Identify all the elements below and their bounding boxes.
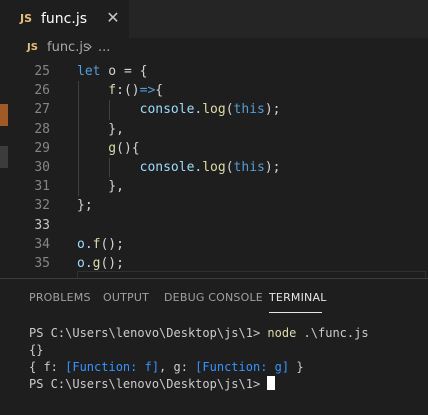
- output-function-g: [Function: g]: [195, 360, 290, 374]
- code-line[interactable]: 26 f:()=>{: [0, 81, 428, 100]
- line-number: 27: [34, 102, 50, 118]
- output-text: , g:: [159, 360, 196, 374]
- code-line[interactable]: 25 let o = {: [0, 62, 428, 81]
- active-tab-indicator: [269, 312, 322, 313]
- code-line[interactable]: 31 },: [0, 177, 428, 196]
- code-token: let: [77, 64, 101, 79]
- code-token: (: [225, 102, 234, 118]
- code-token: :(): [116, 83, 140, 99]
- terminal-prompt: PS C:\Users\lenovo\Desktop\js\1>: [29, 326, 261, 340]
- code-text: g(){: [77, 139, 140, 158]
- line-number: 34: [34, 236, 50, 252]
- code-line[interactable]: 35 o.g();: [0, 254, 428, 273]
- code-line[interactable]: 27 console.log(this);: [0, 100, 428, 119]
- line-number: 29: [34, 140, 50, 156]
- code-text: let o = {: [77, 62, 147, 81]
- tab-output[interactable]: OUTPUT: [103, 291, 149, 304]
- line-number: 32: [34, 198, 50, 214]
- breadcrumb: JS func.js › ...: [0, 38, 428, 60]
- code-editor[interactable]: 25 let o = {26 f:()=>{27 console.log(this…: [0, 60, 428, 290]
- line-number: 28: [34, 121, 50, 137]
- output-text: { f:: [29, 360, 66, 374]
- bottom-panel: PROBLEMS OUTPUT DEBUG CONSOLE TERMINAL P…: [0, 278, 428, 415]
- code-token: o.: [77, 256, 93, 271]
- code-token: log: [202, 102, 226, 118]
- terminal-output-line: {}: [29, 343, 44, 357]
- code-line[interactable]: 30 console.log(this);: [0, 158, 428, 177]
- code-text: o.f();: [77, 235, 124, 254]
- code-token: };: [77, 198, 93, 214]
- code-line[interactable]: 29 g(){: [0, 139, 428, 158]
- code-text: };: [77, 196, 93, 215]
- code-token: },: [77, 121, 124, 137]
- code-line[interactable]: 32};: [0, 196, 428, 215]
- code-token: (){: [116, 140, 140, 156]
- code-token: );: [264, 160, 281, 175]
- terminal-prompt: PS C:\Users\lenovo\Desktop\js\1>: [29, 377, 261, 391]
- js-file-icon: JS: [27, 42, 38, 53]
- output-text: }: [289, 360, 304, 374]
- close-icon[interactable]: ✕: [105, 9, 121, 27]
- line-number: 31: [34, 179, 50, 195]
- code-text: console.log(this);: [77, 158, 281, 177]
- code-token: (: [225, 160, 234, 175]
- terminal-output-line: { f: [Function: f], g: [Function: g] }: [29, 359, 304, 376]
- code-line[interactable]: 33: [0, 216, 428, 235]
- line-number: 25: [34, 64, 50, 79]
- code-text: },: [77, 177, 124, 196]
- code-token: console.: [77, 160, 203, 175]
- line-number: 33: [34, 217, 50, 233]
- line-number: 30: [34, 160, 50, 175]
- code-token: ();: [100, 236, 124, 252]
- code-line[interactable]: 28 },: [0, 120, 428, 139]
- tab-bar: JS func.js ✕: [0, 0, 428, 38]
- code-token: ();: [100, 256, 124, 271]
- terminal-prompt-line[interactable]: PS C:\Users\lenovo\Desktop\js\1>: [29, 376, 276, 393]
- code-token: );: [264, 102, 281, 118]
- code-line[interactable]: 34 o.f();: [0, 235, 428, 254]
- output-function-f: [Function: f]: [65, 360, 160, 374]
- code-token: g: [77, 140, 117, 156]
- code-token: {: [155, 83, 164, 99]
- tab-func-js[interactable]: JS func.js ✕: [0, 0, 129, 38]
- code-token: f: [77, 83, 117, 99]
- code-token: o.: [77, 236, 93, 252]
- terminal-cursor: [267, 376, 276, 390]
- tab-debug-console[interactable]: DEBUG CONSOLE: [164, 291, 263, 304]
- code-token: },: [77, 179, 124, 195]
- terminal-command-line: PS C:\Users\lenovo\Desktop\js\1> node .\…: [29, 325, 369, 342]
- line-number: 26: [34, 83, 50, 99]
- terminal-command: node: [267, 326, 297, 340]
- code-text: },: [77, 120, 124, 139]
- js-file-icon: JS: [20, 12, 33, 25]
- code-text: o.g();: [77, 254, 124, 273]
- tab-problems[interactable]: PROBLEMS: [29, 291, 91, 304]
- code-token: this: [233, 102, 265, 118]
- line-number: 35: [34, 256, 50, 271]
- breadcrumb-file[interactable]: func.js: [47, 40, 90, 55]
- breadcrumb-more[interactable]: ...: [98, 40, 110, 55]
- chevron-right-icon: ›: [87, 39, 93, 55]
- code-token: o = {: [100, 64, 148, 79]
- code-text: f:()=>{: [77, 81, 163, 100]
- code-text: console.log(this);: [77, 100, 281, 119]
- terminal-command-arg: .\func.js: [296, 326, 369, 340]
- code-token: this: [233, 160, 265, 175]
- code-token: console.: [77, 102, 203, 118]
- tab-terminal[interactable]: TERMINAL: [269, 291, 327, 304]
- code-token: log: [202, 160, 226, 175]
- code-token: =>: [139, 83, 156, 99]
- tab-label: func.js: [41, 11, 88, 27]
